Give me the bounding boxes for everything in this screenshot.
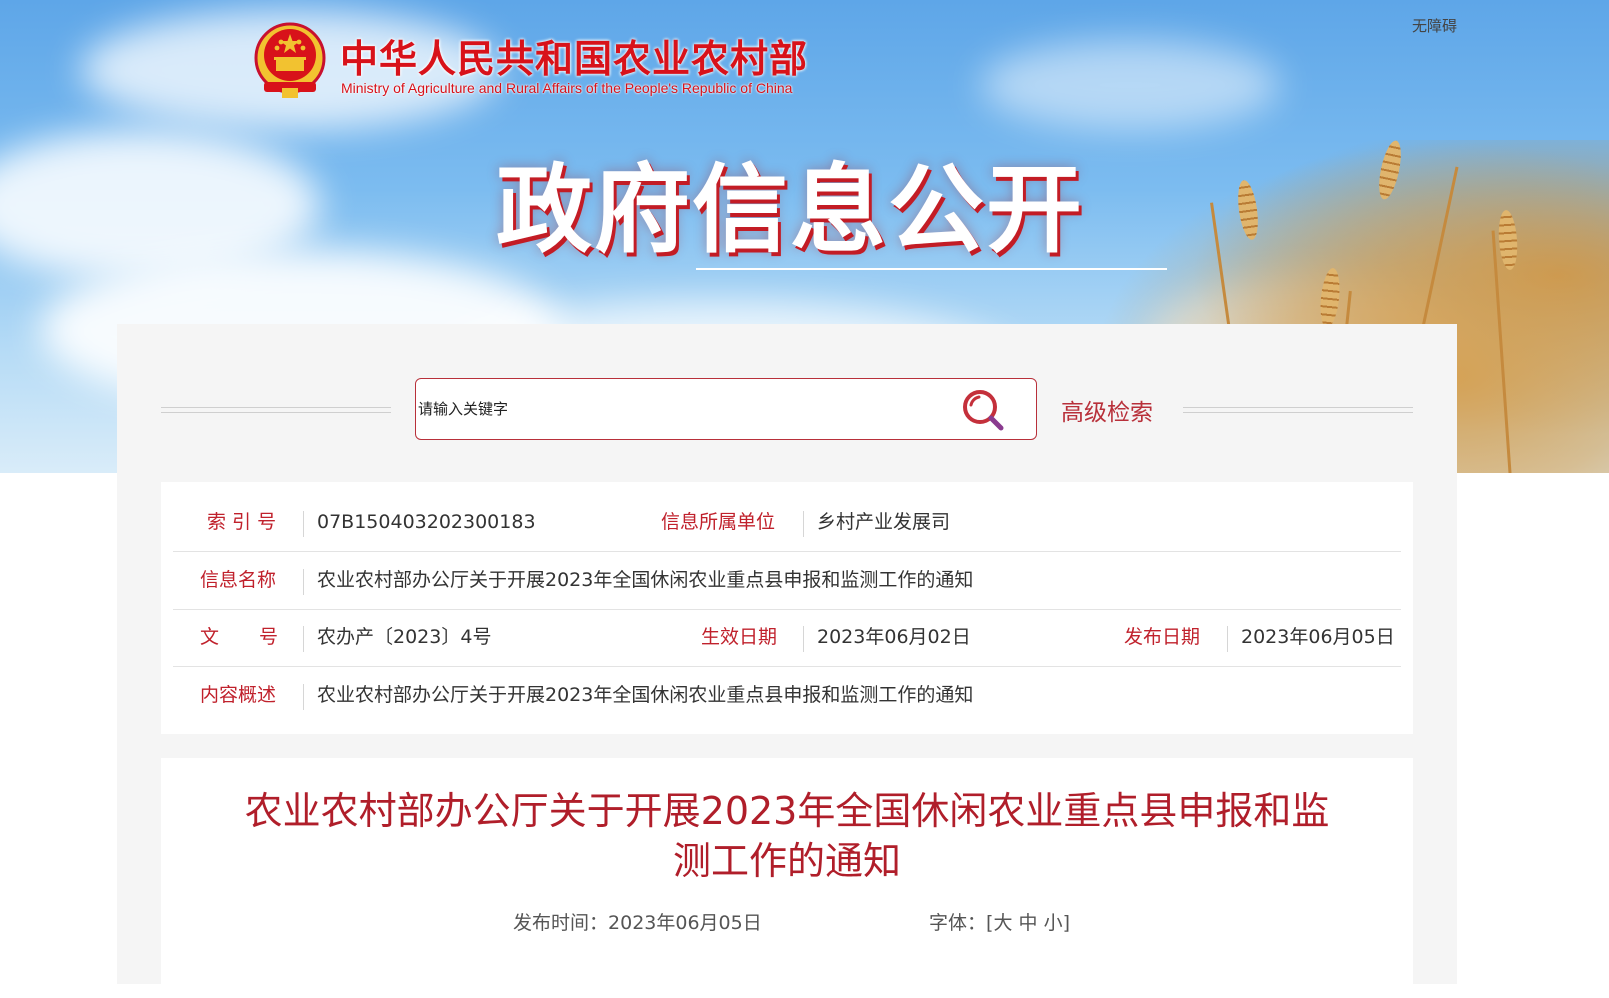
- info-row: 内容概述 农业农村部办公厅关于开展2023年全国休闲农业重点县申报和监测工作的通…: [173, 667, 1401, 724]
- search-icon[interactable]: [960, 388, 1006, 432]
- accessibility-link[interactable]: 无障碍: [1412, 15, 1457, 36]
- publish-date-value: 2023年06月05日: [1241, 626, 1395, 648]
- column-divider: [803, 511, 804, 537]
- article-title: 农业农村部办公厅关于开展2023年全国休闲农业重点县申报和监测工作的通知: [244, 789, 1330, 883]
- search-box: [415, 378, 1037, 440]
- column-divider: [303, 684, 304, 710]
- info-row: 文 号 农办产〔2023〕4号 生效日期 2023年06月02日 发布日期 20…: [173, 609, 1401, 667]
- info-name-value: 农业农村部办公厅关于开展2023年全国休闲农业重点县申报和监测工作的通知: [317, 569, 974, 591]
- main-panel: 高级检索 索 引 号 07B150403202300183 信息所属单位 乡村产…: [117, 324, 1457, 998]
- decorative-divider: [1183, 407, 1413, 413]
- publish-time-value: 2023年06月05日: [608, 912, 762, 934]
- document-number-value: 农办产〔2023〕4号: [317, 626, 492, 648]
- font-size-label: 字体：: [929, 912, 987, 934]
- font-size-switcher: 字体：[大 中 小]: [929, 908, 1070, 935]
- font-bracket-close: ]: [1062, 912, 1070, 934]
- summary-label: 内容概述: [200, 684, 277, 706]
- ministry-name-cn: 中华人民共和国农业农村部: [340, 36, 809, 81]
- index-number-value: 07B150403202300183: [317, 511, 536, 533]
- ministry-name-en: Ministry of Agriculture and Rural Affair…: [341, 80, 793, 96]
- publish-time-label: 发布时间：: [513, 912, 609, 934]
- article-publish-time: 发布时间：2023年06月05日: [513, 908, 762, 935]
- document-number-label-part: 文: [200, 626, 220, 648]
- decorative-divider: [161, 407, 391, 413]
- summary-value: 农业农村部办公厅关于开展2023年全国休闲农业重点县申报和监测工作的通知: [317, 684, 974, 706]
- info-table: 索 引 号 07B150403202300183 信息所属单位 乡村产业发展司 …: [161, 482, 1413, 734]
- font-size-large-button[interactable]: 大: [993, 912, 1012, 934]
- column-divider: [303, 511, 304, 537]
- page-title: 政府信息公开: [496, 154, 1084, 266]
- cloud: [980, 40, 1280, 130]
- effective-date-value: 2023年06月02日: [817, 626, 971, 648]
- article-container: 农业农村部办公厅关于开展2023年全国休闲农业重点县申报和监测工作的通知 发布时…: [161, 758, 1413, 998]
- info-row: 索 引 号 07B150403202300183 信息所属单位 乡村产业发展司: [173, 494, 1401, 552]
- column-divider: [803, 626, 804, 652]
- info-row: 信息名称 农业农村部办公厅关于开展2023年全国休闲农业重点县申报和监测工作的通…: [173, 552, 1401, 610]
- info-name-label: 信息名称: [200, 569, 277, 591]
- publish-date-label: 发布日期: [1124, 626, 1201, 648]
- column-divider: [303, 569, 304, 595]
- advanced-search-link[interactable]: 高级检索: [1061, 393, 1153, 427]
- column-divider: [1227, 626, 1228, 652]
- effective-date-label: 生效日期: [701, 626, 778, 648]
- search-row: 高级检索: [117, 378, 1457, 442]
- font-size-small-button[interactable]: 小: [1044, 912, 1063, 934]
- search-input[interactable]: [418, 395, 938, 423]
- column-divider: [303, 626, 304, 652]
- issuing-unit-value: 乡村产业发展司: [817, 511, 951, 533]
- title-underline: [696, 268, 1167, 270]
- document-number-label-part: 号: [259, 626, 279, 648]
- issuing-unit-label: 信息所属单位: [661, 511, 776, 533]
- index-number-label: 索 引 号: [207, 511, 277, 533]
- national-emblem-icon: [254, 22, 326, 98]
- font-size-medium-button[interactable]: 中: [1019, 912, 1038, 934]
